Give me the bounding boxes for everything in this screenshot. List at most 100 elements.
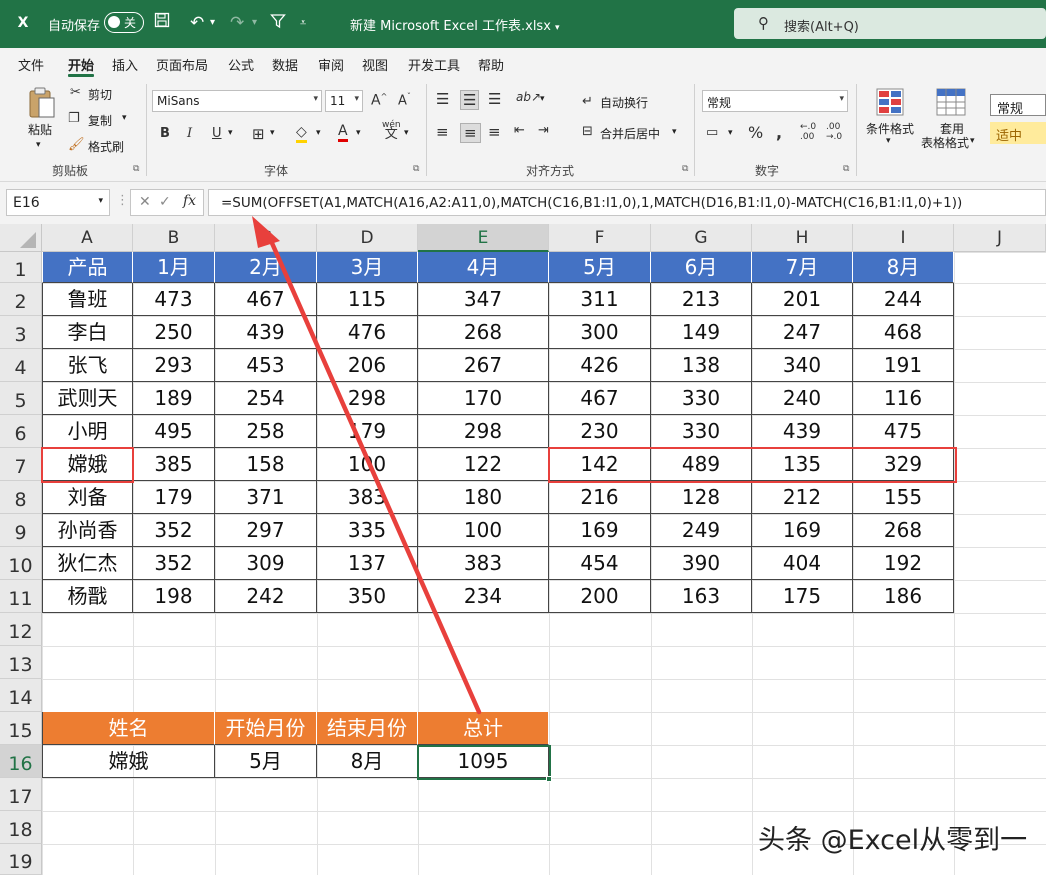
- cell-a16[interactable]: 嫦娥: [42, 745, 215, 778]
- cell-i1[interactable]: 8月: [853, 252, 954, 283]
- cell-d7[interactable]: 100: [317, 448, 418, 481]
- cell-c6[interactable]: 258: [215, 415, 317, 448]
- cell-h6[interactable]: 439: [752, 415, 853, 448]
- cell-i3[interactable]: 468: [853, 316, 954, 349]
- cell-i10[interactable]: 192: [853, 547, 954, 580]
- cell-f6[interactable]: 230: [549, 415, 651, 448]
- cell-e6[interactable]: 298: [418, 415, 549, 448]
- cell-a5[interactable]: 武则天: [42, 382, 133, 415]
- cell-d11[interactable]: 350: [317, 580, 418, 613]
- cell-i9[interactable]: 268: [853, 514, 954, 547]
- cell-d5[interactable]: 298: [317, 382, 418, 415]
- cell-c3[interactable]: 439: [215, 316, 317, 349]
- cell-a2[interactable]: 鲁班: [42, 283, 133, 316]
- cell-h9[interactable]: 169: [752, 514, 853, 547]
- cell-e9[interactable]: 100: [418, 514, 549, 547]
- cell-b4[interactable]: 293: [133, 349, 215, 382]
- cell-g3[interactable]: 149: [651, 316, 752, 349]
- cell-h5[interactable]: 240: [752, 382, 853, 415]
- cell-e7[interactable]: 122: [418, 448, 549, 481]
- cell-e2[interactable]: 347: [418, 283, 549, 316]
- cell-f4[interactable]: 426: [549, 349, 651, 382]
- cell-c9[interactable]: 297: [215, 514, 317, 547]
- cell-b2[interactable]: 473: [133, 283, 215, 316]
- cell-c5[interactable]: 254: [215, 382, 317, 415]
- cell-h10[interactable]: 404: [752, 547, 853, 580]
- cell-h4[interactable]: 340: [752, 349, 853, 382]
- cell-g10[interactable]: 390: [651, 547, 752, 580]
- cell-a4[interactable]: 张飞: [42, 349, 133, 382]
- cell-f10[interactable]: 454: [549, 547, 651, 580]
- cell-b11[interactable]: 198: [133, 580, 215, 613]
- cell-e15[interactable]: 总计: [418, 712, 549, 745]
- cell-b7[interactable]: 385: [133, 448, 215, 481]
- cell-d9[interactable]: 335: [317, 514, 418, 547]
- cell-g8[interactable]: 128: [651, 481, 752, 514]
- cell-c4[interactable]: 453: [215, 349, 317, 382]
- cell-g1[interactable]: 6月: [651, 252, 752, 283]
- cell-d10[interactable]: 137: [317, 547, 418, 580]
- cell-d1[interactable]: 3月: [317, 252, 418, 283]
- cell-b1[interactable]: 1月: [133, 252, 215, 283]
- cell-f9[interactable]: 169: [549, 514, 651, 547]
- cell-c10[interactable]: 309: [215, 547, 317, 580]
- cell-b9[interactable]: 352: [133, 514, 215, 547]
- cell-d8[interactable]: 383: [317, 481, 418, 514]
- cell-h2[interactable]: 201: [752, 283, 853, 316]
- cell-b3[interactable]: 250: [133, 316, 215, 349]
- cell-a15[interactable]: 姓名: [42, 712, 215, 745]
- cell-e4[interactable]: 267: [418, 349, 549, 382]
- cell-d6[interactable]: 179: [317, 415, 418, 448]
- cell-d3[interactable]: 476: [317, 316, 418, 349]
- cell-h11[interactable]: 175: [752, 580, 853, 613]
- cell-h1[interactable]: 7月: [752, 252, 853, 283]
- cell-e10[interactable]: 383: [418, 547, 549, 580]
- cell-g5[interactable]: 330: [651, 382, 752, 415]
- cell-h3[interactable]: 247: [752, 316, 853, 349]
- cell-c2[interactable]: 467: [215, 283, 317, 316]
- cell-e11[interactable]: 234: [418, 580, 549, 613]
- cell-g9[interactable]: 249: [651, 514, 752, 547]
- cell-i5[interactable]: 116: [853, 382, 954, 415]
- cell-g11[interactable]: 163: [651, 580, 752, 613]
- cell-c1[interactable]: 2月: [215, 252, 317, 283]
- cell-g6[interactable]: 330: [651, 415, 752, 448]
- cell-a11[interactable]: 杨戬: [42, 580, 133, 613]
- cell-c8[interactable]: 371: [215, 481, 317, 514]
- cell-c11[interactable]: 242: [215, 580, 317, 613]
- cell-a3[interactable]: 李白: [42, 316, 133, 349]
- fill-handle[interactable]: [546, 776, 552, 782]
- cell-d4[interactable]: 206: [317, 349, 418, 382]
- cell-f2[interactable]: 311: [549, 283, 651, 316]
- cell-g4[interactable]: 138: [651, 349, 752, 382]
- cell-d2[interactable]: 115: [317, 283, 418, 316]
- cell-e1[interactable]: 4月: [418, 252, 549, 283]
- cell-i2[interactable]: 244: [853, 283, 954, 316]
- cell-c16[interactable]: 5月: [215, 745, 317, 778]
- cell-f1[interactable]: 5月: [549, 252, 651, 283]
- cell-g2[interactable]: 213: [651, 283, 752, 316]
- cell-f3[interactable]: 300: [549, 316, 651, 349]
- cell-a10[interactable]: 狄仁杰: [42, 547, 133, 580]
- cell-i4[interactable]: 191: [853, 349, 954, 382]
- cell-a8[interactable]: 刘备: [42, 481, 133, 514]
- cell-a1[interactable]: 产品: [42, 252, 133, 283]
- cell-i6[interactable]: 475: [853, 415, 954, 448]
- cell-b5[interactable]: 189: [133, 382, 215, 415]
- cell-f11[interactable]: 200: [549, 580, 651, 613]
- cell-d15[interactable]: 结束月份: [317, 712, 418, 745]
- cell-e8[interactable]: 180: [418, 481, 549, 514]
- cell-h8[interactable]: 212: [752, 481, 853, 514]
- cell-e5[interactable]: 170: [418, 382, 549, 415]
- cell-i11[interactable]: 186: [853, 580, 954, 613]
- cell-c15[interactable]: 开始月份: [215, 712, 317, 745]
- cell-f8[interactable]: 216: [549, 481, 651, 514]
- cell-b10[interactable]: 352: [133, 547, 215, 580]
- cell-b6[interactable]: 495: [133, 415, 215, 448]
- cell-a6[interactable]: 小明: [42, 415, 133, 448]
- cell-i8[interactable]: 155: [853, 481, 954, 514]
- cell-c7[interactable]: 158: [215, 448, 317, 481]
- cell-a9[interactable]: 孙尚香: [42, 514, 133, 547]
- cell-b8[interactable]: 179: [133, 481, 215, 514]
- cell-f5[interactable]: 467: [549, 382, 651, 415]
